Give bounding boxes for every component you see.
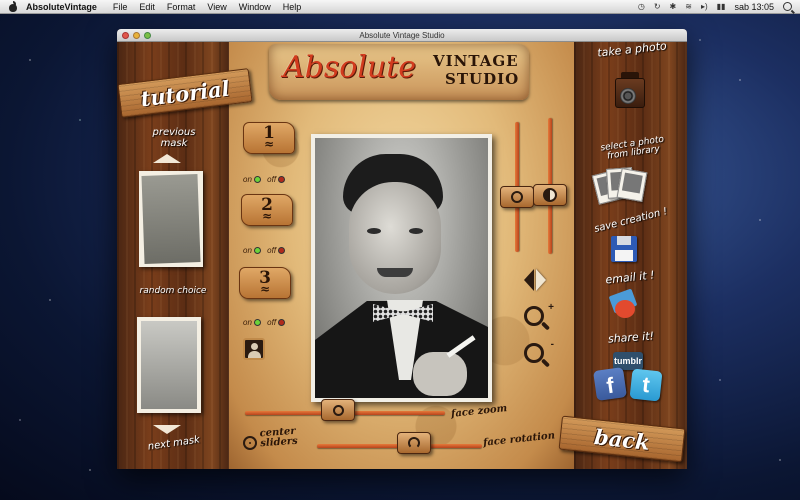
mask-photo-old-man	[141, 174, 201, 264]
flip-left-half	[524, 269, 534, 291]
mask-3-on-label: on	[243, 318, 252, 327]
window-title: Absolute Vintage Studio	[359, 31, 445, 40]
volume-icon[interactable]: ▸)	[701, 2, 708, 11]
photo-eye-left	[367, 228, 381, 234]
photo-face	[349, 182, 441, 294]
menu-format[interactable]: Format	[167, 2, 196, 12]
face-zoom-slider-handle[interactable]	[321, 399, 355, 421]
twitter-icon[interactable]: t	[629, 368, 663, 402]
mask-2-on-radio[interactable]	[253, 247, 261, 254]
mustache-icon: ≈	[261, 209, 273, 224]
email-icon-back	[615, 300, 635, 318]
sync-icon[interactable]: ↻	[654, 2, 661, 11]
center-sliders-icon[interactable]	[243, 436, 257, 450]
vintage-photo-preview[interactable]	[315, 138, 488, 398]
mask-2-off-radio[interactable]	[278, 247, 286, 254]
flip-right-half	[536, 269, 546, 291]
wifi-icon[interactable]: ≋	[685, 2, 692, 11]
mustache-icon: ≈	[259, 282, 271, 297]
app-window: Absolute Vintage Studio Absolute VINTAGE…	[117, 29, 687, 469]
logo-studio-text: STUDIO	[445, 70, 520, 88]
save-floppy-icon[interactable]	[611, 236, 637, 262]
logo-vintage-text: VINTAGE	[433, 52, 519, 70]
previous-mask-arrow-icon[interactable]	[153, 154, 181, 163]
mask-1-on-radio[interactable]	[253, 176, 261, 183]
photo-eye-right	[409, 228, 423, 234]
mask-3-button[interactable]: 3 ≈	[239, 267, 291, 299]
rotate-icon	[408, 437, 420, 449]
next-mask-thumbnail[interactable]	[137, 317, 201, 413]
facebook-icon[interactable]: f	[593, 367, 627, 401]
bluetooth-icon[interactable]: ✱	[670, 2, 677, 11]
menu-app-name[interactable]: AbsoluteVintage	[26, 2, 97, 12]
menu-view[interactable]: View	[207, 2, 226, 12]
mask-1-on-label: on	[243, 175, 252, 184]
previous-mask-thumbnail[interactable]	[139, 171, 203, 267]
user-face-icon[interactable]	[243, 338, 265, 360]
menu-file[interactable]: File	[113, 2, 128, 12]
contrast-slider-handle[interactable]	[533, 184, 567, 206]
mask-1-off-radio[interactable]	[278, 176, 286, 183]
email-icon[interactable]	[608, 288, 639, 320]
mustache-icon: ≈	[263, 137, 275, 152]
mask-3-toggle: on off	[243, 318, 286, 327]
face-rotation-slider-handle[interactable]	[397, 432, 431, 454]
app-logo-banner: Absolute VINTAGE STUDIO	[269, 44, 529, 100]
camera-lens	[620, 88, 636, 104]
battery-icon[interactable]: ▮▮	[717, 2, 726, 11]
mask-2-toggle: on off	[243, 246, 286, 255]
mask-3-off-label: off	[267, 318, 277, 327]
mask-1-button[interactable]: 1 ≈	[243, 122, 295, 154]
zoom-in-icon[interactable]: +	[524, 302, 554, 326]
menu-help[interactable]: Help	[283, 2, 302, 12]
mask-2-on-label: on	[243, 246, 252, 255]
close-window-button[interactable]	[122, 32, 129, 39]
mask-3-off-radio[interactable]	[278, 319, 286, 326]
mask-1-off-label: off	[267, 175, 277, 184]
mask-3-on-radio[interactable]	[253, 319, 261, 326]
menu-window[interactable]: Window	[239, 2, 271, 12]
library-photo-3	[616, 167, 648, 203]
brightness-icon	[511, 191, 523, 203]
apple-icon[interactable]	[8, 0, 18, 12]
next-mask-arrow-icon[interactable]	[153, 425, 181, 434]
flip-horizontal-icon[interactable]	[524, 269, 548, 293]
zoom-in-plus: +	[548, 302, 554, 313]
random-choice-button[interactable]: random choice	[125, 286, 221, 296]
menu-edit[interactable]: Edit	[139, 2, 155, 12]
zoom-icon	[332, 404, 344, 416]
menu-items: AbsoluteVintage File Edit Format View Wi…	[26, 2, 301, 12]
zoom-out-icon[interactable]: -	[524, 339, 554, 363]
menu-bar: AbsoluteVintage File Edit Format View Wi…	[0, 0, 800, 14]
window-titlebar[interactable]: Absolute Vintage Studio	[117, 29, 687, 42]
contrast-icon	[543, 188, 557, 202]
spotlight-search-icon[interactable]	[783, 2, 792, 11]
mask-photo-tuxedo-man	[141, 321, 197, 409]
status-area: ◷ ↻ ✱ ≋ ▸) ▮▮ sab 13:05	[638, 2, 792, 12]
brightness-slider-handle[interactable]	[500, 186, 534, 208]
photo-mouth	[377, 268, 413, 277]
studio-canvas: Absolute VINTAGE STUDIO tutorial previou…	[117, 39, 687, 469]
mask-2-off-label: off	[267, 246, 277, 255]
logo-absolute-text: Absolute	[283, 50, 417, 85]
time-machine-icon[interactable]: ◷	[638, 2, 645, 11]
mask-1-toggle: on off	[243, 175, 286, 184]
vintage-photo-frame	[311, 134, 492, 402]
photo-library-icon[interactable]	[591, 166, 649, 208]
mask-2-button[interactable]: 2 ≈	[241, 194, 293, 226]
previous-mask-label: previous mask	[152, 127, 196, 149]
camera-icon[interactable]	[609, 70, 649, 116]
minimize-window-button[interactable]	[133, 32, 140, 39]
photo-hand	[413, 352, 467, 396]
center-sliders-label[interactable]: center sliders	[259, 426, 298, 449]
zoom-window-button[interactable]	[144, 32, 151, 39]
menu-clock[interactable]: sab 13:05	[734, 2, 774, 12]
window-controls	[122, 32, 151, 39]
zoom-out-minus: -	[550, 339, 554, 350]
